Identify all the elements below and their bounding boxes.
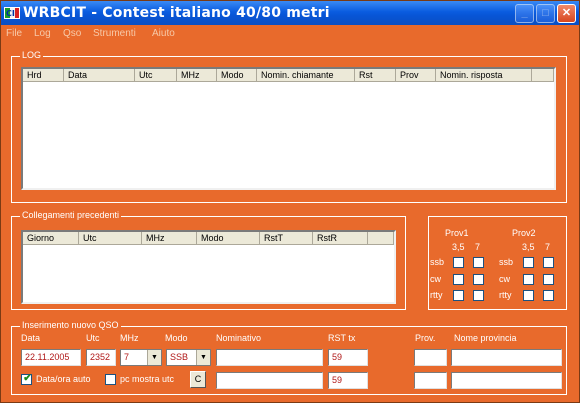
dataora-auto-checkbox[interactable]: ✔ xyxy=(21,373,32,385)
prov2-label: Prov2 xyxy=(512,228,536,238)
prev-col-filler xyxy=(368,232,394,245)
window-title: WRBCIT - Contest italiano 40/80 metri xyxy=(23,5,330,21)
prov2-mode-ssb: ssb xyxy=(499,257,514,267)
mhz-select[interactable]: 7 ▼ xyxy=(120,349,162,366)
menu-file[interactable]: File xyxy=(6,28,22,39)
log-col-utc[interactable]: Utc xyxy=(135,69,177,82)
mhz-chevron-down-icon[interactable]: ▼ xyxy=(147,350,161,365)
nominativo-field-2[interactable] xyxy=(216,372,323,389)
prov1-mode-rtty: rtty xyxy=(430,290,443,300)
log-col-data[interactable]: Data xyxy=(64,69,135,82)
mhz-label: MHz xyxy=(120,333,139,343)
prov1-band-35: 3,5 xyxy=(452,242,465,252)
previous-qso-label: Collegamenti precedenti xyxy=(20,210,122,220)
svg-text:CI: CI xyxy=(6,9,15,18)
prov1-label: Prov1 xyxy=(445,228,469,238)
log-group-label: LOG xyxy=(20,50,44,60)
close-button[interactable]: ✕ xyxy=(557,4,576,23)
new-qso-label: Inserimento nuovo QSO xyxy=(20,320,121,330)
prov1-mode-ssb: ssb xyxy=(430,257,445,267)
app-icon: CI xyxy=(4,7,20,19)
log-col-nomin-risposta[interactable]: Nomin. risposta xyxy=(436,69,532,82)
log-col-mhz[interactable]: MHz xyxy=(177,69,217,82)
prov1-band-7: 7 xyxy=(475,242,481,252)
prov2-mode-rtty: rtty xyxy=(499,290,512,300)
prov1-cw-35-checkbox[interactable] xyxy=(453,274,464,285)
prov2-band-35: 3,5 xyxy=(522,242,535,252)
prov1-rtty-7-checkbox[interactable] xyxy=(473,290,484,301)
nome-provincia-field[interactable] xyxy=(451,349,562,366)
log-col-hrd[interactable]: Hrd xyxy=(23,69,64,82)
prev-col-utc[interactable]: Utc xyxy=(79,232,142,245)
prov2-ssb-7-checkbox[interactable] xyxy=(543,257,554,268)
maximize-button[interactable]: □ xyxy=(536,4,555,23)
nome-provincia-label: Nome provincia xyxy=(454,333,517,343)
nome-provincia-field-2[interactable] xyxy=(451,372,562,389)
prev-col-rstt[interactable]: RstT xyxy=(260,232,313,245)
prov2-mode-cw: cw xyxy=(499,274,510,284)
rst-tx-label: RST tx xyxy=(328,333,356,343)
modo-label: Modo xyxy=(165,333,188,343)
prov1-mode-cw: cw xyxy=(430,274,441,284)
prev-col-modo[interactable]: Modo xyxy=(197,232,260,245)
prov2-cw-7-checkbox[interactable] xyxy=(543,274,554,285)
log-col-filler xyxy=(532,69,554,82)
nominativo-field[interactable] xyxy=(216,349,323,366)
prev-col-mhz[interactable]: MHz xyxy=(142,232,197,245)
log-col-modo[interactable]: Modo xyxy=(217,69,257,82)
menu-bar: File Log Qso Strumenti Aiuto xyxy=(1,25,579,43)
prev-col-rstr[interactable]: RstR xyxy=(313,232,368,245)
utc-field[interactable]: 2352 xyxy=(86,349,116,366)
nominativo-label: Nominativo xyxy=(216,333,262,343)
prov2-rtty-7-checkbox[interactable] xyxy=(543,290,554,301)
modo-select-value: SSB xyxy=(170,352,189,362)
prov-field-2[interactable] xyxy=(414,372,447,389)
main-window: CI WRBCIT - Contest italiano 40/80 metri… xyxy=(0,0,580,403)
prov2-ssb-35-checkbox[interactable] xyxy=(523,257,534,268)
previous-table-header: Giorno Utc MHz Modo RstT RstR xyxy=(23,232,394,245)
title-bar[interactable]: CI WRBCIT - Contest italiano 40/80 metri… xyxy=(1,1,579,25)
rst-tx-field[interactable]: 59 xyxy=(328,349,368,366)
rst-tx-field-2[interactable]: 59 xyxy=(328,372,368,389)
previous-qso-table[interactable]: Giorno Utc MHz Modo RstT RstR xyxy=(21,230,396,304)
c-button[interactable]: C xyxy=(190,371,206,388)
minimize-button[interactable]: _ xyxy=(515,4,534,23)
prov2-rtty-35-checkbox[interactable] xyxy=(523,290,534,301)
prov1-ssb-35-checkbox[interactable] xyxy=(453,257,464,268)
log-col-rst[interactable]: Rst xyxy=(355,69,396,82)
prev-col-giorno[interactable]: Giorno xyxy=(23,232,79,245)
menu-log[interactable]: Log xyxy=(34,28,51,39)
prov1-cw-7-checkbox[interactable] xyxy=(473,274,484,285)
pc-mostra-utc-label: pc mostra utc xyxy=(120,374,175,384)
prov-field[interactable] xyxy=(414,349,447,366)
modo-select[interactable]: SSB ▼ xyxy=(166,349,211,366)
prov1-ssb-7-checkbox[interactable] xyxy=(473,257,484,268)
dataora-auto-label: Data/ora auto xyxy=(36,374,91,384)
log-table[interactable]: Hrd Data Utc MHz Modo Nomin. chiamante R… xyxy=(21,67,556,190)
log-table-header: Hrd Data Utc MHz Modo Nomin. chiamante R… xyxy=(23,69,554,82)
log-group: LOG Hrd Data Utc MHz Modo Nomin. chiaman… xyxy=(11,50,567,203)
log-col-prov[interactable]: Prov xyxy=(396,69,436,82)
check-icon: ✔ xyxy=(23,373,32,384)
new-qso-group: Inserimento nuovo QSO Data Utc MHz Modo … xyxy=(11,320,567,395)
data-label: Data xyxy=(21,333,41,343)
data-field[interactable]: 22.11.2005 xyxy=(21,349,81,366)
mhz-select-value: 7 xyxy=(124,352,130,362)
utc-label: Utc xyxy=(86,333,100,343)
log-col-nomin-chiamante[interactable]: Nomin. chiamante xyxy=(257,69,355,82)
pc-mostra-utc-checkbox[interactable] xyxy=(105,374,116,385)
prov1-rtty-35-checkbox[interactable] xyxy=(453,290,464,301)
modo-chevron-down-icon[interactable]: ▼ xyxy=(196,350,210,365)
prov-group: Prov1 Prov2 3,5 7 3,5 7 ssb cw rtty ssb … xyxy=(428,216,567,310)
prov2-cw-35-checkbox[interactable] xyxy=(523,274,534,285)
menu-qso[interactable]: Qso xyxy=(63,28,81,39)
prov2-band-7: 7 xyxy=(545,242,551,252)
menu-aiuto[interactable]: Aiuto xyxy=(152,28,175,39)
menu-strumenti[interactable]: Strumenti xyxy=(93,28,136,39)
previous-qso-group: Collegamenti precedenti Giorno Utc MHz M… xyxy=(11,210,406,310)
prov-label: Prov. xyxy=(415,333,436,343)
